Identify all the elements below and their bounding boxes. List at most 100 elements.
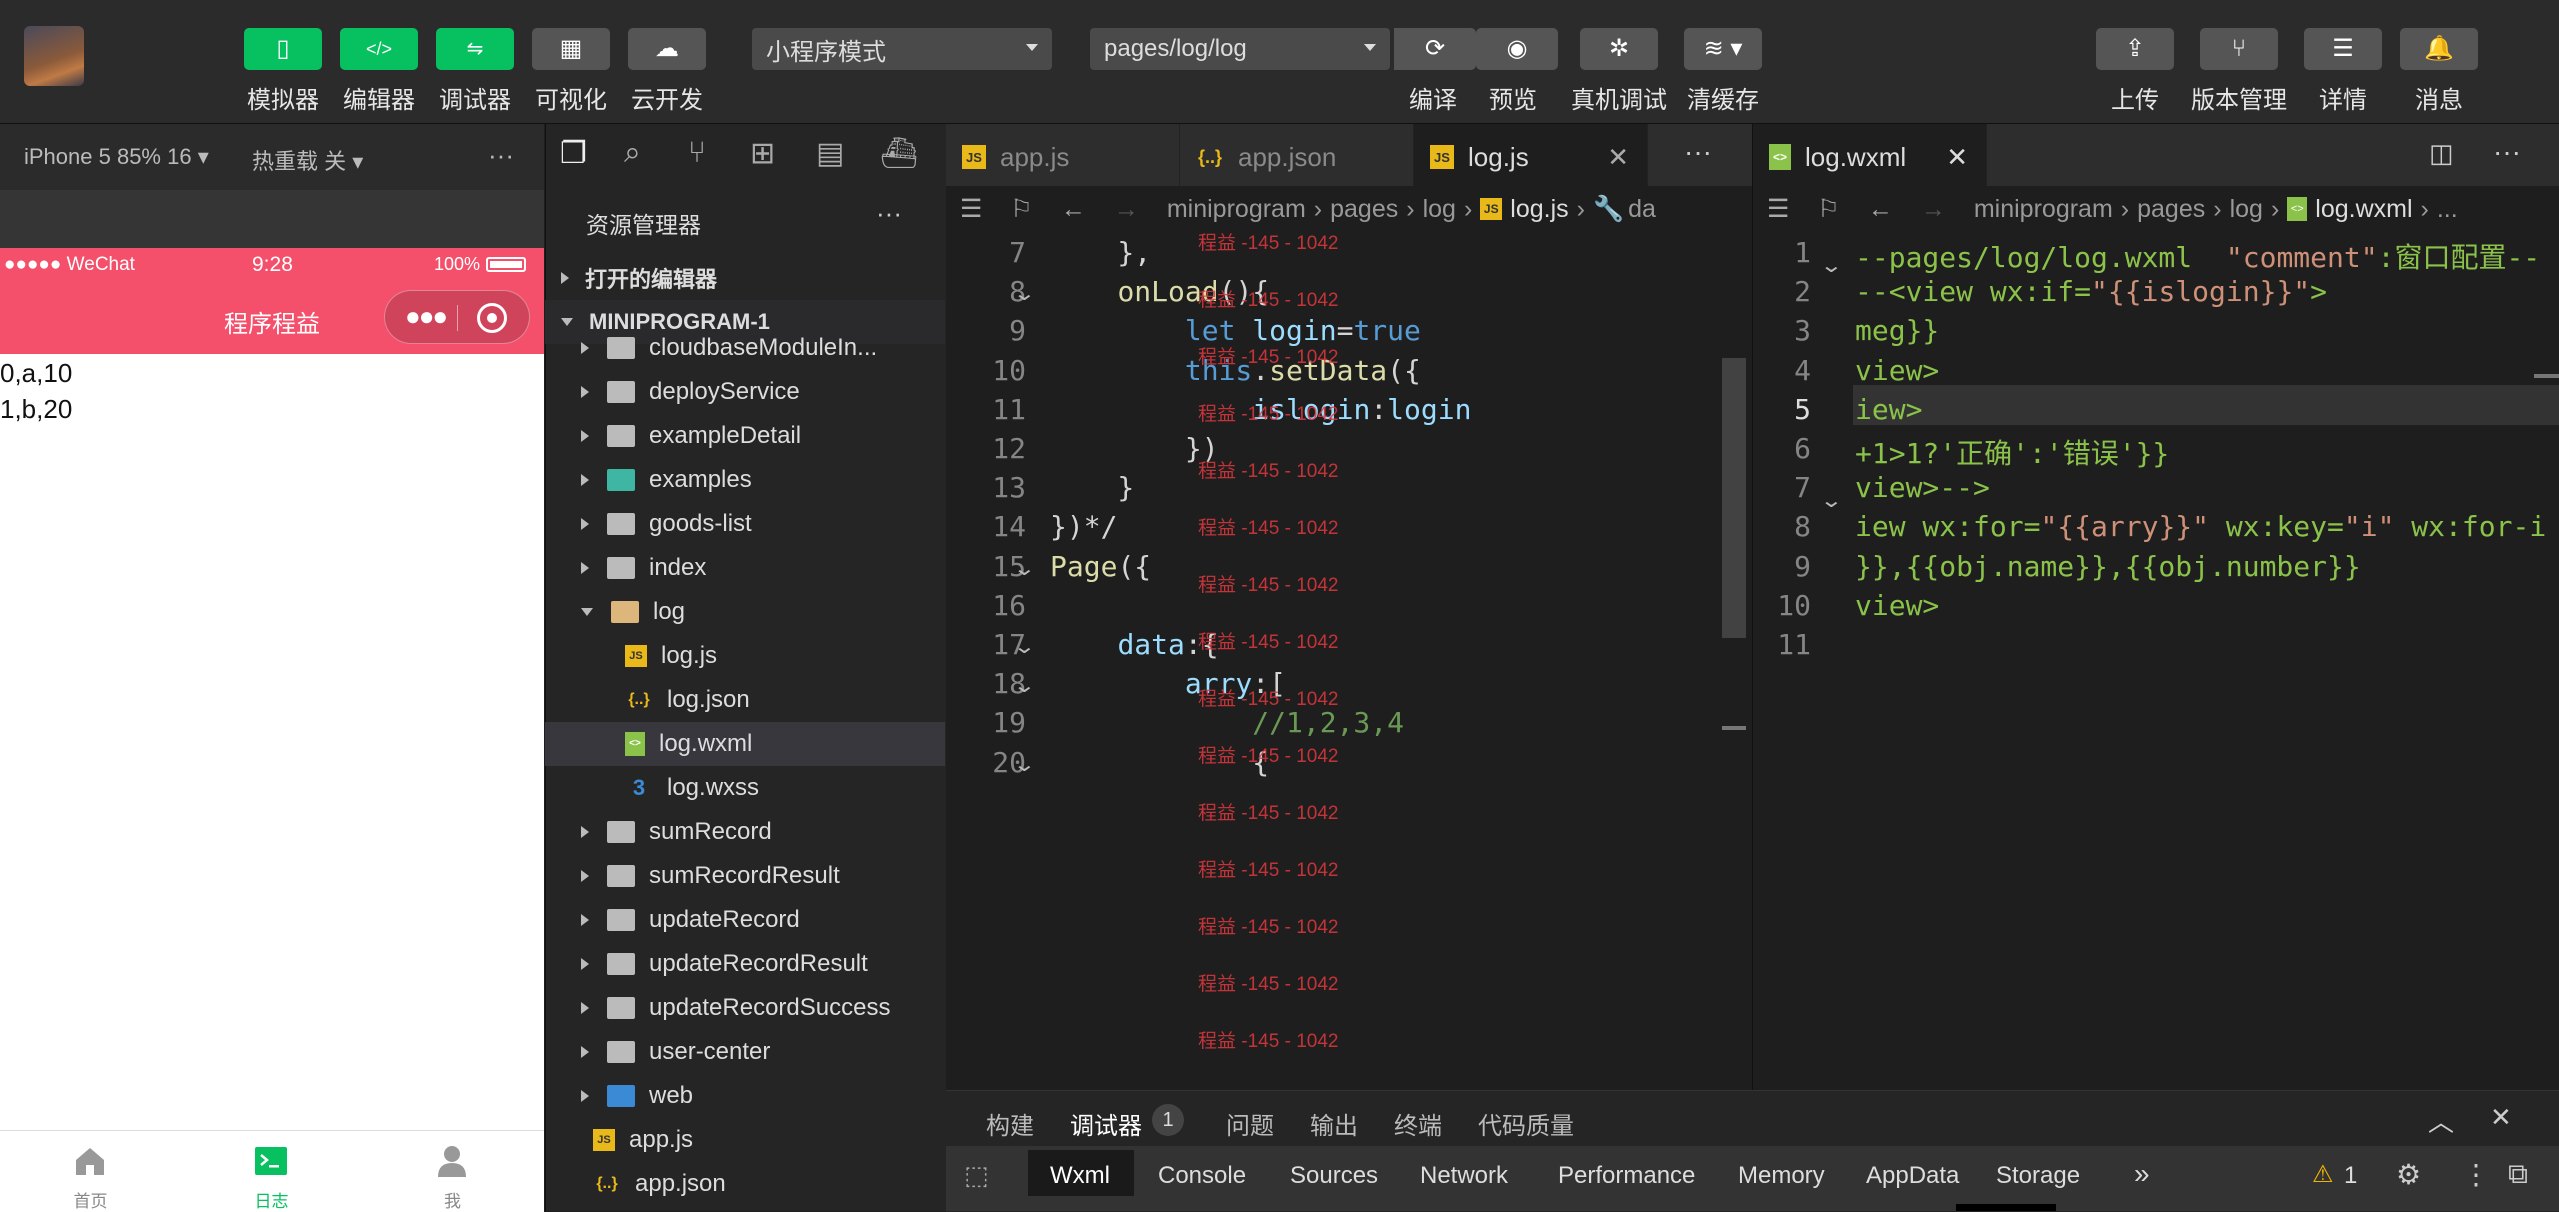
list-item[interactable]: index bbox=[545, 546, 945, 590]
split-editor-icon[interactable]: ◫ bbox=[2429, 138, 2454, 169]
files-icon[interactable]: ❐ bbox=[560, 136, 587, 171]
tab-app-js[interactable]: JS app.js bbox=[946, 124, 1180, 190]
list-item[interactable]: sumRecordResult bbox=[545, 854, 945, 898]
bookmark-icon[interactable]: ⚐ bbox=[1817, 194, 1839, 224]
breadcrumb-item[interactable]: pages bbox=[1330, 195, 1398, 224]
panel-tab-quality[interactable]: 代码质量 bbox=[1478, 1106, 1574, 1141]
breadcrumb-item[interactable]: pages bbox=[2137, 195, 2205, 224]
devtools-tab-storage[interactable]: Storage bbox=[1996, 1162, 2080, 1190]
scrollbar[interactable] bbox=[1722, 358, 1746, 638]
warning-icon[interactable]: ⚠ bbox=[2312, 1160, 2334, 1189]
cloud-button[interactable]: ☁ bbox=[628, 28, 706, 70]
mode-select[interactable]: 小程序模式 bbox=[752, 28, 1052, 70]
more-icon[interactable]: ··· bbox=[488, 140, 514, 171]
capsule-menu[interactable]: ●●● bbox=[384, 290, 530, 344]
devtools-tab-console[interactable]: Console bbox=[1158, 1162, 1246, 1190]
device-select[interactable]: iPhone 5 85% 16 ▾ bbox=[24, 144, 209, 170]
tab-log[interactable]: 日志 bbox=[181, 1131, 362, 1212]
code-editor-right[interactable]: 1 --pages/log/log.wxml "comment":窗口配置-- 2 -… bbox=[1753, 232, 2559, 1090]
list-item[interactable]: updateRecord bbox=[545, 898, 945, 942]
back-icon[interactable]: ← bbox=[1868, 195, 1893, 224]
devtools-tab-wxml[interactable]: Wxml bbox=[1050, 1162, 1110, 1190]
list-item[interactable]: exampleDetail bbox=[545, 414, 945, 458]
open-editors-section[interactable]: 打开的编辑器 bbox=[545, 256, 945, 300]
forward-icon[interactable]: → bbox=[1921, 195, 1946, 224]
list-item[interactable]: {..} log.json bbox=[545, 678, 945, 722]
inspect-icon[interactable]: ⬚ bbox=[964, 1160, 989, 1191]
page-select[interactable]: pages/log/log bbox=[1090, 28, 1390, 70]
breadcrumb-item[interactable]: miniprogram bbox=[1974, 195, 2113, 224]
source-control-icon[interactable]: ⑂ bbox=[688, 136, 706, 170]
close-icon[interactable]: ✕ bbox=[1946, 142, 1968, 173]
compile-button[interactable]: ⟳ bbox=[1394, 28, 1476, 70]
devtools-tab-performance[interactable]: Performance bbox=[1558, 1162, 1695, 1190]
fold-icon[interactable]: ⌄ bbox=[1820, 488, 1843, 513]
upload-button[interactable]: ⇪ bbox=[2096, 28, 2174, 70]
list-item[interactable]: log bbox=[545, 590, 945, 634]
breadcrumb-item[interactable]: miniprogram bbox=[1167, 195, 1306, 224]
details-button[interactable]: ☰ bbox=[2304, 28, 2382, 70]
breadcrumb-item[interactable]: log.js bbox=[1510, 195, 1568, 224]
more-dots-icon[interactable]: ●●● bbox=[405, 301, 448, 332]
more-icon[interactable]: ··· bbox=[2493, 136, 2521, 168]
tab-log-js[interactable]: JS log.js ✕ bbox=[1414, 124, 1648, 190]
outline-icon[interactable]: ☰ bbox=[960, 194, 982, 224]
debugger-button[interactable]: ⇋ bbox=[436, 28, 514, 70]
list-item[interactable]: examples bbox=[545, 458, 945, 502]
devtools-tab-sources[interactable]: Sources bbox=[1290, 1162, 1378, 1190]
kebab-icon[interactable]: ⋮ bbox=[2462, 1158, 2490, 1191]
breadcrumb-item[interactable]: ... bbox=[2437, 195, 2458, 224]
chevron-up-icon[interactable]: ︿ bbox=[2428, 1102, 2454, 1139]
fold-icon[interactable]: ⌄ bbox=[1013, 556, 1036, 581]
panel-tab-problems[interactable]: 问题 bbox=[1226, 1106, 1274, 1141]
close-icon[interactable]: ✕ bbox=[1607, 142, 1629, 173]
close-circle-icon[interactable] bbox=[477, 303, 507, 333]
docker-icon[interactable]: ⛴ bbox=[880, 136, 918, 171]
list-item[interactable]: 3 log.wxss bbox=[545, 766, 945, 810]
fold-icon[interactable]: ⌄ bbox=[1013, 673, 1036, 698]
breadcrumb-item[interactable]: da bbox=[1628, 195, 1656, 224]
list-item[interactable]: goods-list bbox=[545, 502, 945, 546]
panel-tab-output[interactable]: 输出 bbox=[1310, 1106, 1358, 1141]
remote-debug-button[interactable]: ✲ bbox=[1580, 28, 1658, 70]
list-item[interactable]: web bbox=[545, 1074, 945, 1118]
preview-button[interactable]: ◉ bbox=[1476, 28, 1558, 70]
fold-icon[interactable]: ⌄ bbox=[1013, 752, 1036, 777]
visual-button[interactable]: ▦ bbox=[532, 28, 610, 70]
fold-icon[interactable]: ⌄ bbox=[1820, 253, 1843, 278]
tab-home[interactable]: 首页 bbox=[0, 1131, 181, 1212]
list-item[interactable]: {..} app.json bbox=[545, 1162, 945, 1206]
more-icon[interactable]: ··· bbox=[1684, 136, 1712, 168]
list-item[interactable]: JS log.js bbox=[545, 634, 945, 678]
version-button[interactable]: ⑂ bbox=[2200, 28, 2278, 70]
dock-icon[interactable]: ⧉ bbox=[2508, 1158, 2528, 1191]
list-item[interactable]: user-center bbox=[545, 1030, 945, 1074]
hot-reload-select[interactable]: 热重载 关 ▾ bbox=[252, 144, 363, 176]
clear-cache-button[interactable]: ≋ ▾ bbox=[1684, 28, 1762, 70]
breadcrumb-item[interactable]: log bbox=[1423, 195, 1456, 224]
breadcrumb-item[interactable]: log.wxml bbox=[2315, 195, 2412, 224]
list-item[interactable]: sumRecord bbox=[545, 810, 945, 854]
list-item[interactable]: cloudbaseModuleIn... bbox=[545, 326, 945, 370]
close-icon[interactable]: ✕ bbox=[2490, 1102, 2512, 1133]
back-icon[interactable]: ← bbox=[1061, 195, 1086, 224]
tab-me[interactable]: 我 bbox=[362, 1131, 543, 1212]
code-editor-left[interactable]: 7 }, 8 onLoad(){⌄ 9 let login=true 10 this.… bbox=[946, 232, 1752, 1090]
devtools-more-tabs[interactable]: » bbox=[2134, 1158, 2150, 1190]
list-item[interactable]: updateRecordResult bbox=[545, 942, 945, 986]
search-icon[interactable]: ⌕ bbox=[624, 136, 641, 170]
list-item[interactable]: updateRecordSuccess bbox=[545, 986, 945, 1030]
devtools-tab-network[interactable]: Network bbox=[1420, 1162, 1508, 1190]
panel-tab-debugger[interactable]: 调试器 bbox=[1070, 1106, 1142, 1141]
avatar[interactable] bbox=[24, 26, 84, 86]
panel-tab-terminal[interactable]: 终端 bbox=[1394, 1106, 1442, 1141]
devtools-tab-appdata[interactable]: AppData bbox=[1866, 1162, 1959, 1190]
editor-button[interactable]: </> bbox=[340, 28, 418, 70]
explorer-more-icon[interactable]: ··· bbox=[876, 198, 902, 229]
simulator-button[interactable]: ▯ bbox=[244, 28, 322, 70]
fold-icon[interactable]: ⌄ bbox=[1013, 281, 1036, 306]
extensions-icon[interactable]: ⊞ bbox=[750, 136, 775, 171]
tab-log-wxml[interactable]: <> log.wxml ✕ bbox=[1753, 124, 1987, 190]
list-item[interactable]: deployService bbox=[545, 370, 945, 414]
gear-icon[interactable]: ⚙ bbox=[2396, 1158, 2421, 1191]
